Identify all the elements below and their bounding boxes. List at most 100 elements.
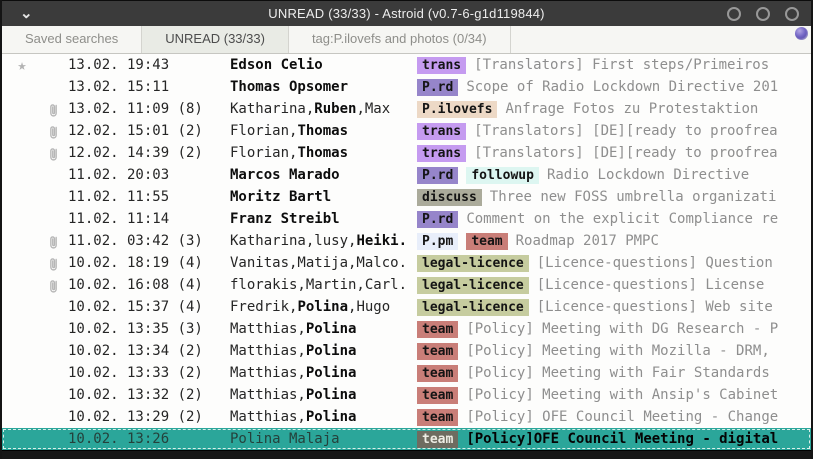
tag-chip: legal-licence xyxy=(417,299,529,316)
tab-unread-33-33[interactable]: UNREAD (33/33) xyxy=(142,26,289,53)
thread-row[interactable]: 11.02. 03:42 (3)Katharina,lusy,Heiki.P.p… xyxy=(2,230,811,252)
tag-chip: team xyxy=(417,409,458,426)
thread-subject: Three new FOSS umbrella organizati xyxy=(490,189,777,205)
thread-subject: [Translators] [DE][ready to proofrea xyxy=(474,145,777,161)
thread-date: 11.02. 11:14 xyxy=(64,211,230,227)
thread-authors: Edson Celio xyxy=(230,57,417,73)
thread-tags-and-subject: trans [Translators] [DE][ready to proofre… xyxy=(417,123,811,140)
thread-row[interactable]: 13.02. 15:11Thomas OpsomerP.rdScope of R… xyxy=(2,76,811,98)
thread-tags-and-subject: team[Policy] Meeting with Fair Standards xyxy=(417,365,811,382)
tab-tag-p-ilovefs-and-photos-0-34[interactable]: tag:P.ilovefs and photos (0/34) xyxy=(289,26,511,53)
thread-date: 10.02. 16:08 (4) xyxy=(64,277,230,293)
tab-saved-searches[interactable]: Saved searches xyxy=(2,26,142,53)
thread-subject: Anfrage Fotos zu Protestaktion xyxy=(505,101,758,117)
tag-chip: team xyxy=(417,343,458,360)
paperclip-icon xyxy=(42,123,64,140)
tag-chip: P.ilovefs xyxy=(417,101,497,118)
thread-row[interactable]: 10.02. 13:35 (3)Matthias,Polinateam[Poli… xyxy=(2,318,811,340)
thread-tags-and-subject: team[Policy] Meeting with DG Research - … xyxy=(417,321,811,338)
tag-chip: trans xyxy=(417,123,466,140)
thread-subject: [Licence-questions] Web site xyxy=(537,299,773,315)
thread-tags-and-subject: discuss Three new FOSS umbrella organizat… xyxy=(417,189,811,206)
window-title: UNREAD (33/33) - Astroid (v0.7-6-g1d1198… xyxy=(2,6,811,21)
thread-date: 12.02. 14:39 (2) xyxy=(64,145,230,161)
thread-authors: Polina Malaja xyxy=(230,431,417,447)
tag-chip: legal-licence xyxy=(417,277,529,294)
paperclip-icon xyxy=(42,277,64,294)
paperclip-icon xyxy=(42,145,64,162)
thread-tags-and-subject: team [Policy] Meeting with Mozilla - DRM, xyxy=(417,343,811,360)
thread-date: 10.02. 13:33 (2) xyxy=(64,365,230,381)
thread-row[interactable]: 10.02. 13:34 (2)Matthias,Polinateam[Poli… xyxy=(2,340,811,362)
paperclip-icon xyxy=(42,233,64,250)
window-controls xyxy=(727,7,799,21)
thread-authors: Thomas Opsomer xyxy=(230,79,417,95)
thread-date: 10.02. 13:29 (2) xyxy=(64,409,230,425)
thread-authors: Franz Streibl xyxy=(230,211,417,227)
thread-authors: Matthias,Polina xyxy=(230,321,417,337)
thread-subject: [Policy] Meeting with Ansip's Cabinet xyxy=(466,387,778,403)
tag-chip: P.pm xyxy=(417,233,458,250)
tabs-container: Saved searchesUNREAD (33/33)tag:P.ilovef… xyxy=(2,26,511,53)
paperclip-icon xyxy=(42,255,64,272)
tag-chip: team xyxy=(417,387,458,404)
thread-date: 12.02. 15:01 (2) xyxy=(64,123,230,139)
thread-tags-and-subject: team[Policy]OFE Council Meeting - digita… xyxy=(417,431,811,448)
thread-row[interactable]: 12.02. 15:01 (2)Florian,Thomastrans[Tran… xyxy=(2,120,811,142)
window-maximize-button[interactable] xyxy=(756,7,770,21)
thread-subject: [Policy] Meeting with Mozilla - DRM, xyxy=(466,343,769,359)
tag-chip: followup xyxy=(466,167,539,184)
thread-subject: [Licence-questions] License xyxy=(537,277,765,293)
window-bottom-border xyxy=(2,450,811,459)
thread-authors: Vanitas,Matija,Malco. xyxy=(230,255,417,271)
thread-row[interactable]: 11.02. 20:03Marcos MaradoP.rdfollowupRad… xyxy=(2,164,811,186)
thread-date: 11.02. 20:03 xyxy=(64,167,230,183)
thread-tags-and-subject: P.ilovefs Anfrage Fotos zu Protestaktion xyxy=(417,101,811,118)
thread-row[interactable]: 13.02. 11:09 (8)Katharina,Ruben,MaxP.ilo… xyxy=(2,98,811,120)
thread-row[interactable]: 10.02. 18:19 (4)Vanitas,Matija,Malco.leg… xyxy=(2,252,811,274)
thread-subject: [Policy] Meeting with DG Research - P xyxy=(466,321,778,337)
thread-subject: Radio Lockdown Directive xyxy=(547,167,749,183)
thread-authors: Matthias,Polina xyxy=(230,387,417,403)
thread-row[interactable]: 10.02. 13:33 (2)Matthias,Polinateam[Poli… xyxy=(2,362,811,384)
thread-tags-and-subject: trans[Translators] First steps/Primeiros xyxy=(417,57,811,74)
thread-tags-and-subject: team [Policy] OFE Council Meeting - Chang… xyxy=(417,409,811,426)
thread-subject: [Policy] OFE Council Meeting - Change xyxy=(466,409,778,425)
thread-authors: Moritz Bartl xyxy=(230,189,417,205)
thread-list: ★13.02. 19:43Edson Celiotrans[Translator… xyxy=(2,54,811,450)
tag-chip: P.rd xyxy=(417,167,458,184)
thread-authors: florakis,Martin,Carl. xyxy=(230,277,417,293)
window-titlebar: ⌄ UNREAD (33/33) - Astroid (v0.7-6-g1d11… xyxy=(2,0,811,26)
thread-tags-and-subject: trans [Translators] [DE][ready to proofre… xyxy=(417,145,811,162)
thread-row[interactable]: 11.02. 11:55Moritz BartldiscussThree new… xyxy=(2,186,811,208)
thread-subject: [Translators] First steps/Primeiros xyxy=(474,57,769,73)
thread-authors: Matthias,Polina xyxy=(230,343,417,359)
thread-row[interactable]: 10.02. 15:37 (4)Fredrik,Polina,Hugolegal… xyxy=(2,296,811,318)
window-close-button[interactable] xyxy=(785,7,799,21)
thread-row[interactable]: 10.02. 13:29 (2)Matthias,Polinateam[Poli… xyxy=(2,406,811,428)
thread-tags-and-subject: P.rd followup Radio Lockdown Directive xyxy=(417,167,811,184)
thread-tags-and-subject: legal-licence [Licence-questions] Web sit… xyxy=(417,299,811,316)
thread-authors: Fredrik,Polina,Hugo xyxy=(230,299,417,315)
globe-icon xyxy=(795,27,808,40)
thread-row[interactable]: 12.02. 14:39 (2)Florian,Thomastrans [Tran… xyxy=(2,142,811,164)
window-minimize-button[interactable] xyxy=(727,7,741,21)
tag-chip: P.rd xyxy=(417,211,458,228)
thread-authors: Matthias,Polina xyxy=(230,365,417,381)
thread-authors: Florian,Thomas xyxy=(230,145,417,161)
tag-chip: trans xyxy=(417,145,466,162)
thread-date: 10.02. 13:32 (2) xyxy=(64,387,230,403)
thread-tags-and-subject: team [Policy] Meeting with Ansip's Cabine… xyxy=(417,387,811,404)
thread-date: 10.02. 13:35 (3) xyxy=(64,321,230,337)
thread-subject: [Translators] [DE][ready to proofrea xyxy=(474,123,777,139)
thread-date: 13.02. 15:11 xyxy=(64,79,230,95)
thread-row[interactable]: 10.02. 13:32 (2)Matthias,Polinateam [Poli… xyxy=(2,384,811,406)
thread-row[interactable]: ★13.02. 19:43Edson Celiotrans[Translator… xyxy=(2,54,811,76)
tag-chip: discuss xyxy=(417,189,482,206)
thread-subject: Comment on the explicit Compliance re xyxy=(466,211,778,227)
chevron-down-icon[interactable]: ⌄ xyxy=(20,4,33,22)
thread-row[interactable]: 11.02. 11:14Franz StreiblP.rd Comment on … xyxy=(2,208,811,230)
thread-row[interactable]: 10.02. 16:08 (4)florakis,Martin,Carl.leg… xyxy=(2,274,811,296)
thread-row[interactable]: 10.02. 13:26Polina Malajateam[Policy]OFE… xyxy=(2,428,811,450)
thread-tags-and-subject: P.pmteamRoadmap 2017 PMPC xyxy=(417,233,811,250)
